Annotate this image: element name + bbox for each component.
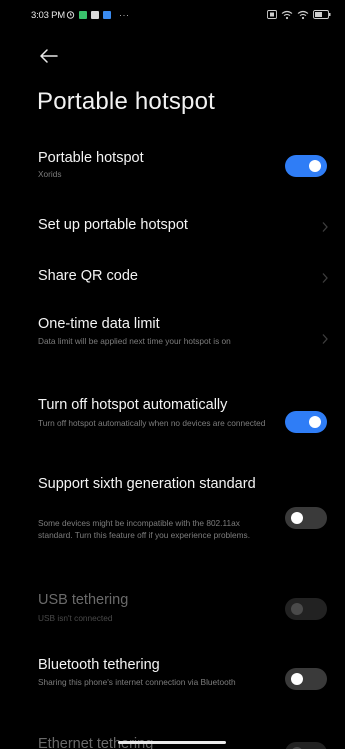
setting-row-usb-tethering[interactable]: USB tethering USB isn't connected (0, 591, 345, 627)
status-time: 3:03 PM (31, 10, 65, 21)
setting-row-one-time-limit[interactable]: One-time data limit Data limit will be a… (0, 314, 345, 360)
setting-subtitle: Turn off hotspot automatically when no d… (38, 418, 266, 428)
setting-title: Turn off hotspot automatically (38, 397, 228, 413)
status-right-icons (267, 9, 331, 20)
arrow-left-icon[interactable] (36, 46, 60, 66)
setting-title: Share QR code (38, 268, 138, 284)
setting-row-share-qr[interactable]: Share QR code (0, 263, 345, 293)
nfc-icon (267, 10, 277, 19)
status-left-icons: ··· (66, 9, 130, 20)
setting-subtitle: Sharing this phone's internet connection… (38, 677, 236, 687)
setting-title: Support sixth generation standard (38, 476, 256, 492)
chevron-right-icon (322, 273, 328, 283)
page-title: Portable hotspot (37, 88, 215, 115)
usb-tethering-toggle[interactable] (285, 598, 327, 620)
signal-icon (297, 10, 309, 19)
chevron-right-icon (322, 334, 328, 344)
app-notification-icon (91, 10, 99, 19)
setting-title: USB tethering (38, 592, 129, 608)
setting-row-sixth-gen[interactable]: Support sixth generation standard Some d… (0, 475, 345, 565)
status-bar: 3:03 PM ··· (0, 0, 345, 30)
app-notification-icon (103, 10, 111, 19)
setting-subtitle: Some devices might be incompatible with … (38, 518, 250, 540)
home-indicator[interactable] (118, 741, 226, 744)
battery-icon (313, 10, 331, 19)
setting-title: Portable hotspot (38, 150, 144, 166)
app-notification-icon (79, 10, 87, 19)
setting-row-portable-hotspot[interactable]: Portable hotspot Xorids (0, 148, 345, 194)
portable-hotspot-toggle[interactable] (285, 155, 327, 177)
turn-off-auto-toggle[interactable] (285, 411, 327, 433)
sixth-gen-toggle[interactable] (285, 507, 327, 529)
bluetooth-tethering-toggle[interactable] (285, 668, 327, 690)
setting-title: Bluetooth tethering (38, 657, 160, 673)
ethernet-tethering-toggle[interactable] (285, 742, 327, 749)
setting-subtitle: Xorids (38, 169, 62, 179)
setting-subtitle: Data limit will be applied next time you… (38, 336, 231, 346)
wifi-icon (281, 10, 293, 19)
setting-row-bluetooth-tethering[interactable]: Bluetooth tethering Sharing this phone's… (0, 655, 345, 701)
setting-title: One-time data limit (38, 316, 160, 332)
alarm-icon (66, 11, 75, 19)
setting-row-set-up[interactable]: Set up portable hotspot (0, 212, 345, 242)
setting-subtitle: USB isn't connected (38, 613, 113, 623)
setting-title: Set up portable hotspot (38, 217, 188, 233)
setting-row-turn-off-auto[interactable]: Turn off hotspot automatically Turn off … (0, 396, 345, 444)
chevron-right-icon (322, 222, 328, 232)
more-notifications-icon: ··· (119, 9, 130, 20)
